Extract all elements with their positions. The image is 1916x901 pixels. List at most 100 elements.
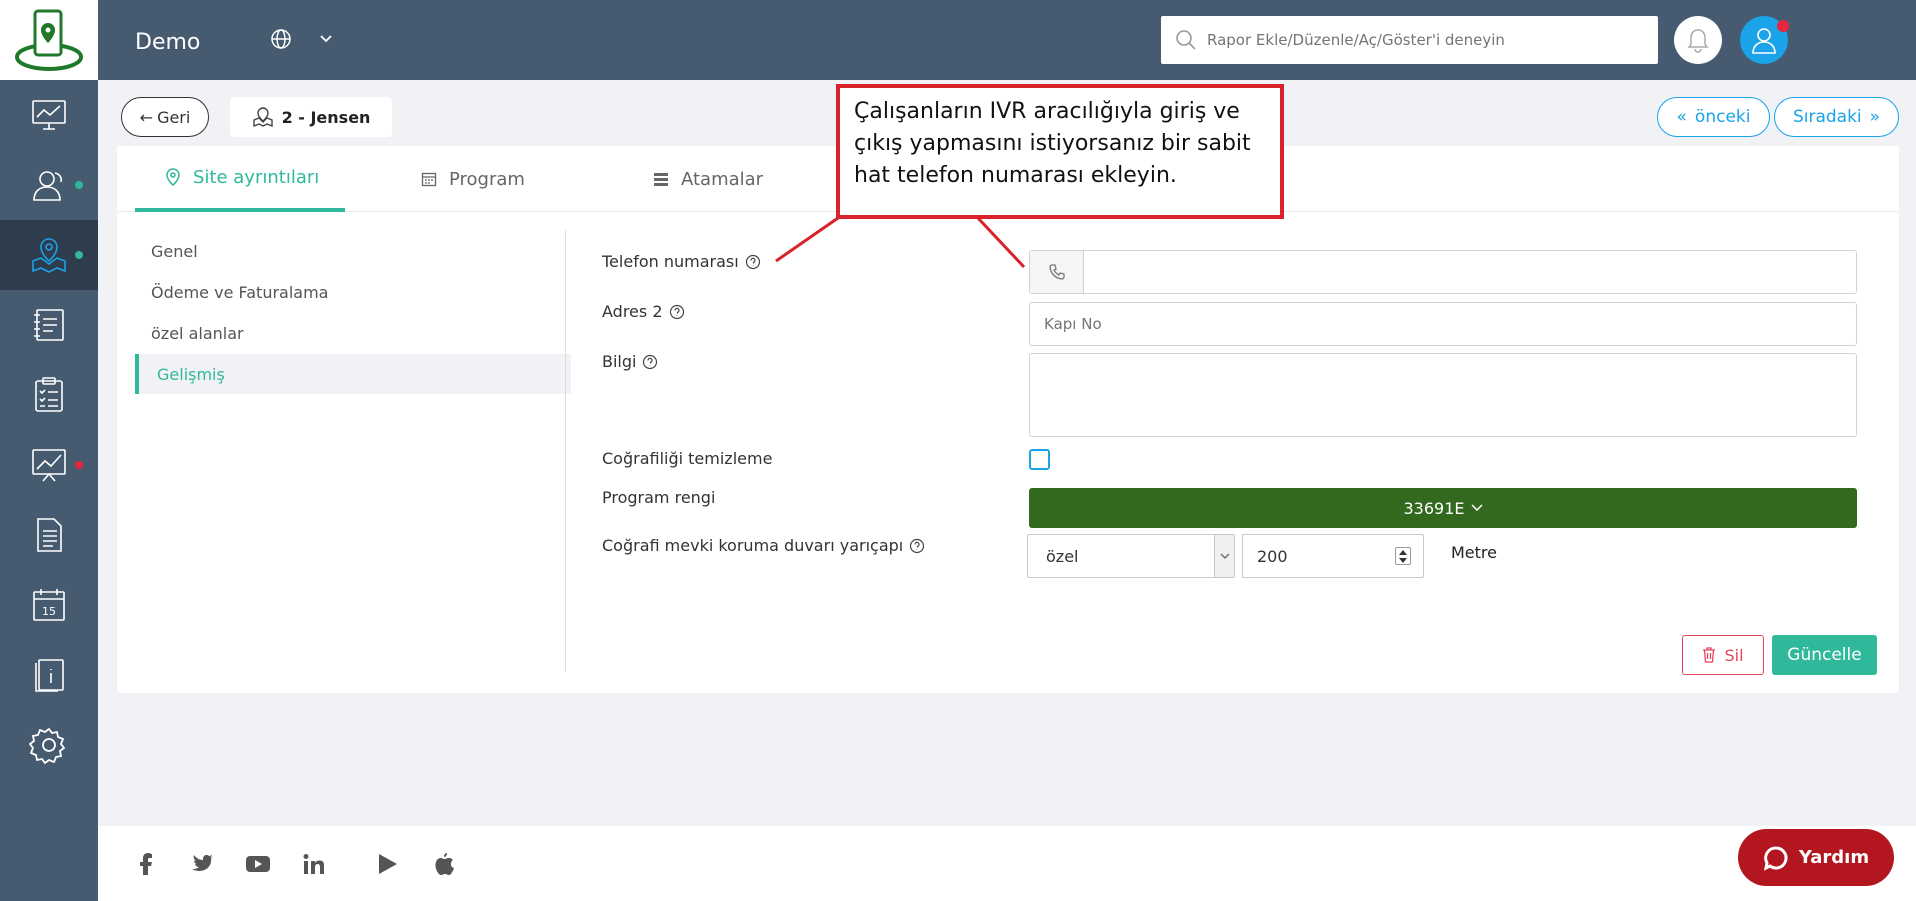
linkedin-icon[interactable] [300, 850, 328, 878]
sidebar: 15 [0, 0, 98, 901]
spinner-down-icon[interactable] [1399, 557, 1407, 563]
sidebar-item-settings[interactable] [0, 710, 98, 780]
update-button[interactable]: Güncelle [1772, 635, 1877, 675]
select-arrow [1214, 535, 1234, 577]
program-color-label-text: Program rengi [602, 488, 716, 507]
sidebar-item-dashboard[interactable] [0, 80, 98, 150]
sidebar-item-tasks[interactable] [0, 360, 98, 430]
help-icon[interactable] [642, 354, 658, 370]
geo-clear-label: Coğrafiliği temizleme [602, 449, 772, 468]
search-input[interactable] [1207, 31, 1637, 49]
sidebar-item-documents[interactable] [0, 500, 98, 570]
sidebar-item-sites[interactable] [0, 220, 98, 290]
sidebar-item-employees[interactable] [0, 150, 98, 220]
search-bar[interactable] [1161, 16, 1658, 64]
calendar-icon: 15 [33, 589, 65, 621]
address2-label: Adres 2 [602, 302, 685, 321]
callout-line: çıkış yapmasını istiyorsanız bir sabit [854, 131, 1251, 156]
delete-button[interactable]: Sil [1682, 635, 1764, 675]
double-chevron-right-icon: » [1869, 107, 1881, 127]
facebook-icon[interactable] [132, 850, 160, 878]
status-dot [75, 251, 83, 259]
next-button[interactable]: Sıradaki » [1774, 97, 1899, 137]
double-chevron-left-icon: « [1676, 107, 1687, 127]
geofence-type-select[interactable]: özel [1027, 534, 1235, 578]
sidebar-item-reports[interactable] [0, 290, 98, 360]
status-dot [75, 181, 83, 189]
document-icon [37, 518, 62, 552]
help-label: Yardım [1798, 847, 1870, 868]
tab-site-details[interactable]: Site ayrıntıları [135, 146, 346, 212]
notifications-button[interactable] [1674, 16, 1722, 64]
app-logo[interactable] [0, 0, 98, 80]
language-globe-icon[interactable] [270, 28, 292, 50]
back-button-label: Geri [157, 107, 191, 127]
user-icon [1752, 28, 1776, 54]
site-name: 2 - Jensen [281, 107, 371, 127]
geofence-label: Coğrafi mevki koruma duvarı yarıçapı [602, 536, 925, 555]
sidebar-item-info[interactable] [0, 640, 98, 710]
tab-label: Atamalar [681, 168, 764, 190]
info-label-text: Bilgi [602, 352, 637, 371]
menu-item-custom-fields[interactable]: özel alanlar [135, 313, 571, 353]
menu-item-advanced[interactable]: Gelişmiş [135, 354, 571, 394]
unit-label: Metre [1451, 543, 1497, 562]
clipboard-icon [35, 377, 63, 412]
program-color-label: Program rengi [602, 488, 715, 507]
apple-icon[interactable] [430, 850, 458, 878]
menu-item-general[interactable]: Genel [135, 231, 571, 271]
number-spinner[interactable] [1395, 547, 1411, 565]
menu-item-payment-billing[interactable]: Ödeme ve Faturalama [135, 272, 571, 312]
help-chat-button[interactable]: Yardım [1738, 829, 1894, 886]
delete-label: Sil [1724, 645, 1744, 665]
trash-icon [1703, 647, 1716, 663]
site-title: 2 - Jensen [230, 97, 392, 137]
previous-button[interactable]: « önceki [1657, 97, 1770, 137]
youtube-icon[interactable] [244, 850, 272, 878]
callout-line: Çalışanların IVR aracılığıyla giriş ve [854, 99, 1240, 124]
status-dot [75, 461, 83, 469]
spinner-up-icon[interactable] [1399, 549, 1407, 555]
help-icon[interactable] [745, 254, 761, 270]
annotation-callout: Çalışanların IVR aracılığıyla giriş ve ç… [836, 84, 1284, 219]
calendar-icon [421, 172, 437, 187]
notification-badge [1777, 20, 1789, 32]
sidebar-item-calendar[interactable]: 15 [0, 570, 98, 640]
chat-bubble-icon [1763, 846, 1788, 871]
logo-icon [15, 9, 83, 71]
geo-clear-checkbox[interactable] [1029, 449, 1050, 470]
phone-field [1029, 250, 1857, 294]
section-menu: Genel Ödeme ve Faturalama özel alanlar G… [135, 231, 571, 395]
bell-icon [1687, 29, 1709, 53]
help-icon[interactable] [669, 304, 685, 320]
next-label: Sıradaki [1792, 107, 1862, 127]
sidebar-item-analytics[interactable] [0, 430, 98, 500]
address2-input[interactable] [1029, 302, 1857, 346]
geofence-radius-input[interactable]: 200 [1242, 534, 1424, 578]
chevron-down-icon[interactable] [318, 32, 334, 46]
footer [98, 826, 1916, 901]
gear-icon [29, 727, 66, 765]
list-icon [654, 173, 668, 186]
brand-name: Demo [135, 30, 201, 55]
tab-label: Site ayrıntıları [193, 166, 320, 188]
notebook-icon [34, 309, 64, 341]
geofence-radius-value: 200 [1257, 546, 1288, 566]
address2-label-text: Adres 2 [602, 302, 663, 321]
info-textarea[interactable] [1029, 353, 1857, 437]
phone-input[interactable] [1084, 251, 1856, 293]
back-button[interactable]: ← Geri [121, 97, 209, 137]
tab-assignments[interactable]: Atamalar [653, 146, 763, 212]
chevron-down-icon [1470, 504, 1483, 512]
google-play-icon[interactable] [374, 850, 402, 878]
divider [565, 230, 566, 672]
location-pin-icon [166, 168, 180, 186]
previous-label: önceki [1694, 107, 1751, 127]
phone-label: Telefon numarası [602, 252, 761, 271]
help-icon[interactable] [909, 538, 925, 554]
twitter-icon[interactable] [188, 850, 216, 878]
program-color-picker[interactable]: 33691E [1029, 488, 1857, 528]
map-pin-icon [32, 238, 66, 273]
tab-program[interactable]: Program [421, 146, 525, 212]
arrow-left-icon: ← [139, 107, 154, 127]
